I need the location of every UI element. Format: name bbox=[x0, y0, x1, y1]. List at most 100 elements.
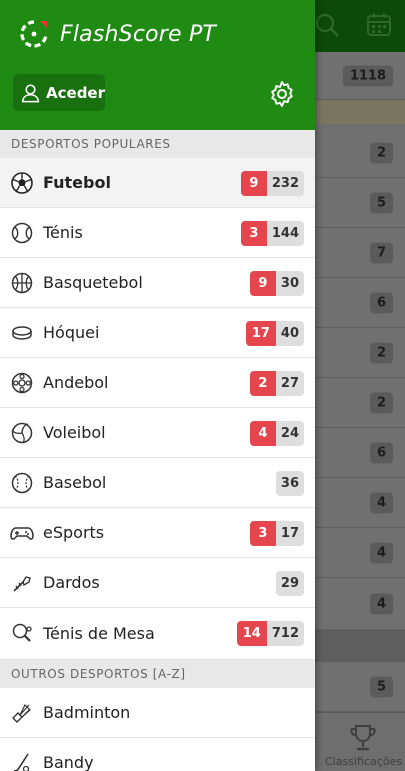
background-count: 5 bbox=[369, 676, 393, 697]
sport-item-badminton[interactable]: Badminton bbox=[0, 688, 315, 738]
sport-label: Basquetebol bbox=[43, 273, 143, 292]
sport-item-tenis-de-mesa[interactable]: Ténis de Mesa 14 712 bbox=[0, 608, 315, 660]
background-row: 2 bbox=[315, 328, 405, 378]
app-logo: FlashScore PT bbox=[18, 18, 216, 50]
background-row: 4 bbox=[315, 528, 405, 578]
background-row: 5 bbox=[315, 178, 405, 228]
background-count: 2 bbox=[369, 392, 393, 413]
background-count: 2 bbox=[369, 142, 393, 163]
live-count-badge: 2 bbox=[249, 371, 276, 396]
total-count-badge: 29 bbox=[275, 571, 304, 596]
total-count-badge: 27 bbox=[275, 371, 304, 396]
baseball-icon bbox=[10, 471, 34, 495]
sport-label: eSports bbox=[43, 523, 105, 542]
standings-tab-label: Classificações bbox=[325, 755, 402, 768]
background-row: 4 bbox=[315, 578, 405, 630]
sport-label: Andebol bbox=[43, 373, 109, 392]
sport-item-tenis[interactable]: Ténis 3 144 bbox=[0, 208, 315, 258]
tennis-ball-icon bbox=[10, 221, 34, 245]
sport-counts: 29 bbox=[275, 571, 304, 596]
sport-counts: 9 232 bbox=[240, 171, 304, 196]
background-row: 1118 bbox=[315, 52, 405, 100]
total-count-badge: 24 bbox=[275, 421, 304, 446]
live-count-badge: 9 bbox=[240, 171, 267, 196]
background-count: 1118 bbox=[342, 65, 393, 86]
background-row: 7 bbox=[315, 228, 405, 278]
bandy-stick-icon bbox=[10, 751, 34, 771]
background-row: 4 bbox=[315, 478, 405, 528]
soccer-ball-icon bbox=[10, 171, 34, 195]
total-count-badge: 36 bbox=[275, 471, 304, 496]
background-count: 4 bbox=[369, 593, 393, 614]
brand-name: FlashScore PT bbox=[60, 21, 217, 47]
drawer-header: FlashScore PT Aceder bbox=[0, 0, 315, 130]
standings-tab[interactable]: Classificações bbox=[315, 712, 405, 771]
background-highlight bbox=[315, 100, 405, 124]
handball-icon bbox=[10, 371, 34, 395]
sport-counts: 4 24 bbox=[249, 421, 304, 446]
sport-label: Badminton bbox=[43, 703, 131, 722]
search-icon[interactable] bbox=[314, 12, 340, 38]
sport-counts: 17 40 bbox=[245, 321, 304, 346]
sport-label: Bandy bbox=[43, 753, 94, 771]
user-icon bbox=[21, 83, 40, 102]
sport-item-andebol[interactable]: Andebol 2 27 bbox=[0, 358, 315, 408]
sport-item-esports[interactable]: eSports 3 17 bbox=[0, 508, 315, 558]
sport-label: Voleibol bbox=[43, 423, 106, 442]
flashscore-logo-icon bbox=[20, 20, 48, 48]
sport-counts: 14 712 bbox=[236, 621, 304, 646]
sport-label: Ténis de Mesa bbox=[43, 624, 155, 643]
total-count-badge: 17 bbox=[275, 521, 304, 546]
background-count: 5 bbox=[369, 192, 393, 213]
sport-item-futebol[interactable]: Futebol 9 232 bbox=[0, 158, 315, 208]
sport-label: Basebol bbox=[43, 473, 107, 492]
navigation-drawer: FlashScore PT Aceder DESPORTOS POPULARES… bbox=[0, 0, 315, 771]
background-row: 2 bbox=[315, 378, 405, 428]
total-count-badge: 712 bbox=[266, 621, 304, 646]
sport-item-hoquei[interactable]: Hóquei 17 40 bbox=[0, 308, 315, 358]
sport-counts: 9 30 bbox=[249, 271, 304, 296]
live-count-badge: 3 bbox=[249, 521, 276, 546]
total-count-badge: 30 bbox=[275, 271, 304, 296]
hockey-puck-icon bbox=[10, 321, 34, 345]
sport-item-bandy[interactable]: Bandy bbox=[0, 738, 315, 771]
sport-item-voleibol[interactable]: Voleibol 4 24 bbox=[0, 408, 315, 458]
background-row: 6 bbox=[315, 278, 405, 328]
background-count: 6 bbox=[369, 442, 393, 463]
sport-label: Ténis bbox=[43, 223, 83, 242]
table-tennis-icon bbox=[10, 622, 34, 646]
total-count-badge: 232 bbox=[266, 171, 304, 196]
total-count-badge: 144 bbox=[266, 221, 304, 246]
background-divider bbox=[315, 630, 405, 662]
background-count: 7 bbox=[369, 242, 393, 263]
calendar-icon[interactable] bbox=[366, 12, 392, 38]
section-header-other: OUTROS DESPORTOS [A-Z] bbox=[0, 660, 315, 688]
gamepad-icon bbox=[10, 521, 34, 545]
section-header-popular: DESPORTOS POPULARES bbox=[0, 130, 315, 158]
sport-label: Dardos bbox=[43, 573, 100, 592]
background-row: 5 bbox=[315, 662, 405, 712]
gear-icon[interactable] bbox=[268, 80, 296, 108]
basketball-icon bbox=[10, 271, 34, 295]
background-count: 2 bbox=[369, 342, 393, 363]
trophy-icon bbox=[350, 725, 376, 751]
total-count-badge: 40 bbox=[275, 321, 304, 346]
sport-item-basebol[interactable]: Basebol 36 bbox=[0, 458, 315, 508]
live-count-badge: 3 bbox=[240, 221, 267, 246]
shuttlecock-icon bbox=[10, 701, 34, 725]
sport-item-basquetebol[interactable]: Basquetebol 9 30 bbox=[0, 258, 315, 308]
volleyball-icon bbox=[10, 421, 34, 445]
background-row: 6 bbox=[315, 428, 405, 478]
background-count: 6 bbox=[369, 292, 393, 313]
live-count-badge: 14 bbox=[236, 621, 267, 646]
live-count-badge: 17 bbox=[245, 321, 276, 346]
dart-icon bbox=[10, 571, 34, 595]
background-row: 2 bbox=[315, 128, 405, 178]
background-count: 4 bbox=[369, 492, 393, 513]
background-count: 4 bbox=[369, 542, 393, 563]
login-button[interactable]: Aceder bbox=[13, 74, 105, 111]
sport-counts: 2 27 bbox=[249, 371, 304, 396]
sport-label: Hóquei bbox=[43, 323, 100, 342]
live-count-badge: 9 bbox=[249, 271, 276, 296]
sport-item-dardos[interactable]: Dardos 29 bbox=[0, 558, 315, 608]
